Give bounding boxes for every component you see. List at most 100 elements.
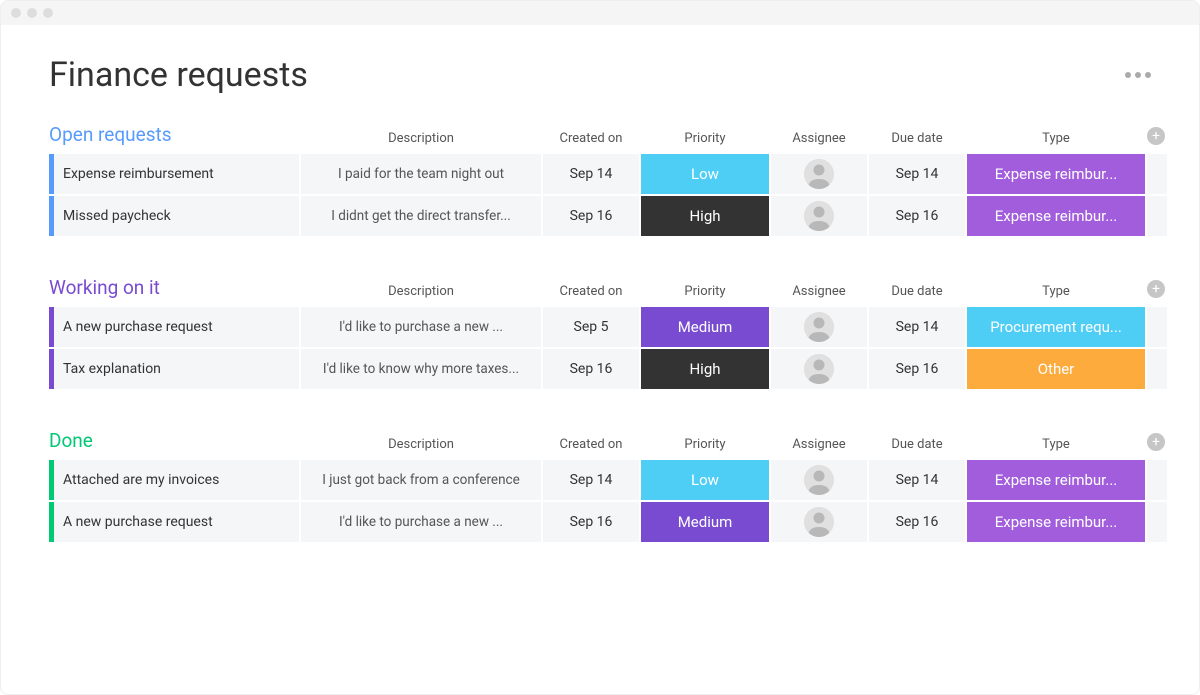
- due-date-cell[interactable]: Sep 16: [869, 196, 965, 236]
- group-done: DoneDescriptionCreated onPriorityAssigne…: [49, 429, 1151, 542]
- description-cell[interactable]: I paid for the team night out: [301, 154, 541, 194]
- avatar: [804, 201, 834, 231]
- page-title: Finance requests: [49, 55, 308, 95]
- created-on-cell[interactable]: Sep 14: [543, 460, 639, 500]
- col-head-description[interactable]: Description: [301, 437, 541, 454]
- col-head-priority[interactable]: Priority: [641, 131, 769, 148]
- item-name-cell[interactable]: Missed paycheck: [49, 196, 299, 236]
- col-head-due_date[interactable]: Due date: [869, 284, 965, 301]
- type-cell[interactable]: Expense reimbur...: [967, 460, 1145, 500]
- avatar: [804, 507, 834, 537]
- col-head-assignee[interactable]: Assignee: [771, 437, 867, 454]
- group-header: Working on itDescriptionCreated onPriori…: [49, 276, 1151, 301]
- col-head-due_date[interactable]: Due date: [869, 131, 965, 148]
- row-accent: [49, 349, 54, 389]
- item-name-cell[interactable]: A new purchase request: [49, 307, 299, 347]
- priority-cell[interactable]: Medium: [641, 307, 769, 347]
- group-header: Open requestsDescriptionCreated onPriori…: [49, 123, 1151, 148]
- item-name-cell[interactable]: Tax explanation: [49, 349, 299, 389]
- assignee-cell[interactable]: [771, 502, 867, 542]
- priority-cell[interactable]: High: [641, 196, 769, 236]
- avatar: [804, 312, 834, 342]
- row-trailing-cell: [1147, 349, 1167, 389]
- col-head-created_on[interactable]: Created on: [543, 284, 639, 301]
- assignee-cell[interactable]: [771, 154, 867, 194]
- priority-cell[interactable]: High: [641, 349, 769, 389]
- table-row: A new purchase requestI'd like to purcha…: [49, 502, 1151, 542]
- table-row: Attached are my invoices I just got back …: [49, 460, 1151, 500]
- priority-cell[interactable]: Low: [641, 154, 769, 194]
- description-cell[interactable]: I'd like to purchase a new ...: [301, 502, 541, 542]
- table-row: Expense reimbursement I paid for the team…: [49, 154, 1151, 194]
- col-head-description[interactable]: Description: [301, 131, 541, 148]
- item-name: Expense reimbursement: [63, 166, 214, 182]
- due-date-cell[interactable]: Sep 14: [869, 154, 965, 194]
- col-head-type[interactable]: Type: [967, 437, 1145, 454]
- col-head-description[interactable]: Description: [301, 284, 541, 301]
- description-cell[interactable]: I'd like to know why more taxes...: [301, 349, 541, 389]
- col-head-assignee[interactable]: Assignee: [771, 131, 867, 148]
- window-zoom-dot[interactable]: [43, 8, 53, 18]
- due-date-cell[interactable]: Sep 14: [869, 460, 965, 500]
- more-options-icon[interactable]: [1125, 72, 1151, 78]
- due-date-cell[interactable]: Sep 14: [869, 307, 965, 347]
- board-header: Finance requests: [49, 55, 1151, 95]
- col-head-assignee[interactable]: Assignee: [771, 284, 867, 301]
- assignee-cell[interactable]: [771, 307, 867, 347]
- group-open: Open requestsDescriptionCreated onPriori…: [49, 123, 1151, 236]
- description-cell[interactable]: I'd like to purchase a new ...: [301, 307, 541, 347]
- type-cell[interactable]: Expense reimbur...: [967, 154, 1145, 194]
- col-head-created_on[interactable]: Created on: [543, 131, 639, 148]
- table-row: Missed paycheck I didnt get the direct tr…: [49, 196, 1151, 236]
- col-head-priority[interactable]: Priority: [641, 284, 769, 301]
- row-accent: [49, 154, 54, 194]
- group-name[interactable]: Open requests: [49, 123, 299, 148]
- col-head-type[interactable]: Type: [967, 284, 1145, 301]
- board-content: Finance requests Open requestsDescriptio…: [1, 25, 1199, 602]
- add-column-icon[interactable]: +: [1147, 127, 1165, 145]
- created-on-cell[interactable]: Sep 14: [543, 154, 639, 194]
- item-name-cell[interactable]: A new purchase request: [49, 502, 299, 542]
- avatar: [804, 465, 834, 495]
- item-name-cell[interactable]: Expense reimbursement: [49, 154, 299, 194]
- type-cell[interactable]: Other: [967, 349, 1145, 389]
- type-cell[interactable]: Expense reimbur...: [967, 502, 1145, 542]
- group-name[interactable]: Working on it: [49, 276, 299, 301]
- created-on-cell[interactable]: Sep 16: [543, 502, 639, 542]
- assignee-cell[interactable]: [771, 460, 867, 500]
- table-row: Tax explanation I'd like to know why more…: [49, 349, 1151, 389]
- item-name: Missed paycheck: [63, 208, 171, 224]
- priority-cell[interactable]: Medium: [641, 502, 769, 542]
- item-name: Tax explanation: [63, 361, 161, 377]
- add-column-icon[interactable]: +: [1147, 433, 1165, 451]
- description-cell[interactable]: I didnt get the direct transfer...: [301, 196, 541, 236]
- created-on-cell[interactable]: Sep 16: [543, 349, 639, 389]
- window-minimize-dot[interactable]: [27, 8, 37, 18]
- group-header: DoneDescriptionCreated onPriorityAssigne…: [49, 429, 1151, 454]
- created-on-cell[interactable]: Sep 16: [543, 196, 639, 236]
- col-head-due_date[interactable]: Due date: [869, 437, 965, 454]
- due-date-cell[interactable]: Sep 16: [869, 502, 965, 542]
- col-head-type[interactable]: Type: [967, 131, 1145, 148]
- item-name-cell[interactable]: Attached are my invoices: [49, 460, 299, 500]
- type-cell[interactable]: Expense reimbur...: [967, 196, 1145, 236]
- item-name: A new purchase request: [63, 319, 213, 335]
- assignee-cell[interactable]: [771, 349, 867, 389]
- group-name[interactable]: Done: [49, 429, 299, 454]
- type-cell[interactable]: Procurement requ...: [967, 307, 1145, 347]
- row-accent: [49, 502, 54, 542]
- window-close-dot[interactable]: [11, 8, 21, 18]
- row-trailing-cell: [1147, 196, 1167, 236]
- window-title-bar: [1, 1, 1199, 25]
- row-trailing-cell: [1147, 460, 1167, 500]
- assignee-cell[interactable]: [771, 196, 867, 236]
- row-trailing-cell: [1147, 154, 1167, 194]
- item-name: Attached are my invoices: [63, 472, 219, 488]
- created-on-cell[interactable]: Sep 5: [543, 307, 639, 347]
- due-date-cell[interactable]: Sep 16: [869, 349, 965, 389]
- add-column-icon[interactable]: +: [1147, 280, 1165, 298]
- col-head-created_on[interactable]: Created on: [543, 437, 639, 454]
- description-cell[interactable]: I just got back from a conference: [301, 460, 541, 500]
- col-head-priority[interactable]: Priority: [641, 437, 769, 454]
- priority-cell[interactable]: Low: [641, 460, 769, 500]
